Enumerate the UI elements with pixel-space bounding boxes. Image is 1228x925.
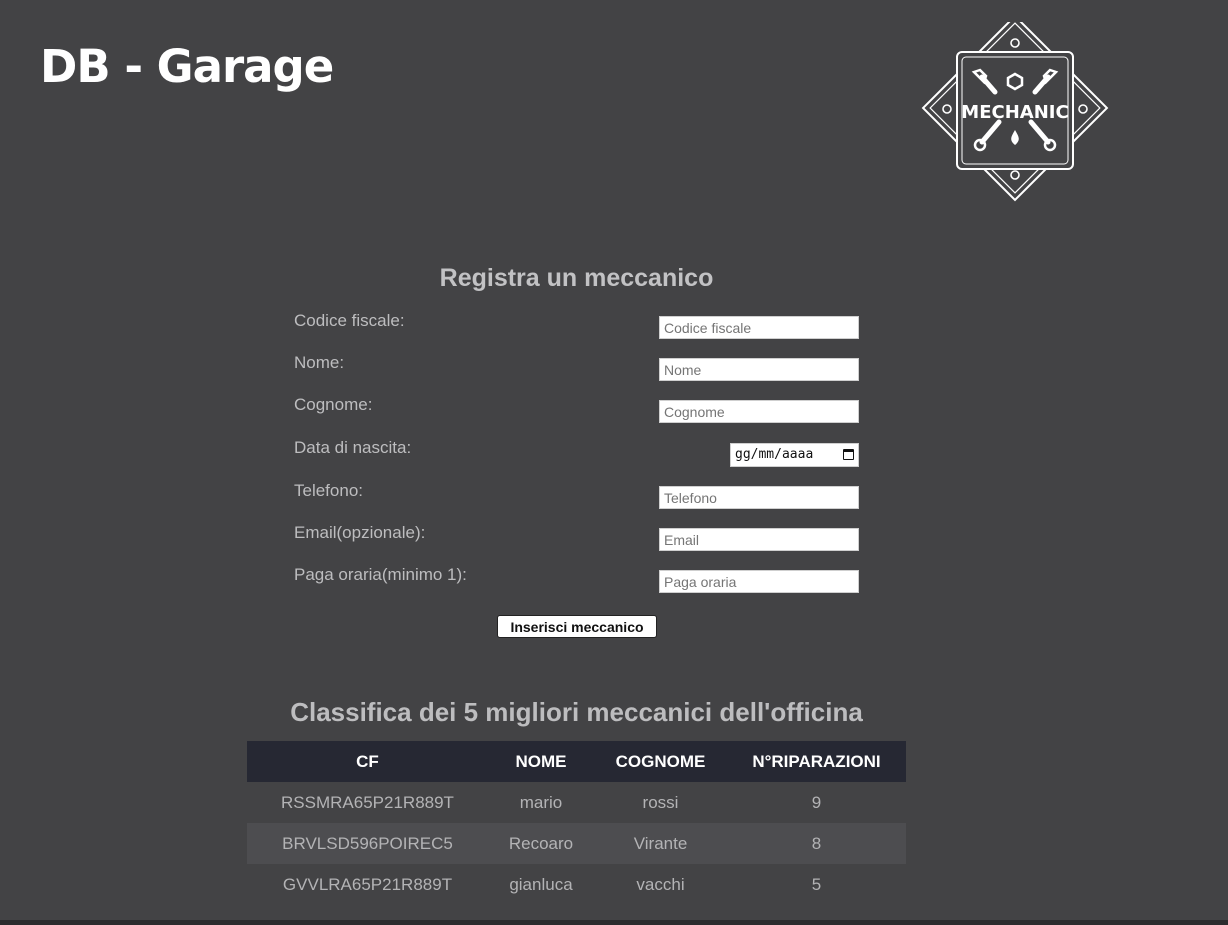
column-header-nome: NOME xyxy=(488,741,594,782)
cell-nome: gianluca xyxy=(509,874,573,894)
date-placeholder: gg/mm/aaaa xyxy=(735,447,814,462)
ranking-title: Classifica dei 5 migliori meccanici dell… xyxy=(290,697,863,727)
cell-riparazioni: 8 xyxy=(727,823,906,864)
cell-cf: GVVLRA65P21R889T xyxy=(282,874,453,894)
email-input[interactable] xyxy=(659,528,859,551)
form-row-nome: Nome: xyxy=(294,353,859,382)
form-row-codice-fiscale: Codice fiscale: xyxy=(294,311,859,340)
cell-cognome: rossi xyxy=(642,792,679,812)
cognome-label: Cognome: xyxy=(294,395,373,414)
form-row-email: Email(opzionale): xyxy=(294,523,859,552)
cognome-input[interactable] xyxy=(659,400,859,423)
form-row-cognome: Cognome: xyxy=(294,395,859,424)
table-row: RSSMRA65P21R889T mario rossi 9 xyxy=(247,782,906,823)
logo-text: MECHANIC xyxy=(961,102,1068,123)
cell-riparazioni: 9 xyxy=(811,792,822,812)
codice-fiscale-label: Codice fiscale: xyxy=(294,311,405,330)
data-nascita-label: Data di nascita: xyxy=(294,438,412,457)
cell-cf: RSSMRA65P21R889T xyxy=(281,792,454,812)
nome-label: Nome: xyxy=(294,353,345,372)
cell-nome: mario xyxy=(519,792,563,812)
column-header-riparazioni: N°RIPARAZIONI xyxy=(727,741,906,782)
form-title: Registra un meccanico xyxy=(439,264,714,292)
nome-input[interactable] xyxy=(659,358,859,381)
column-header-cf: CF xyxy=(247,741,488,782)
paga-oraria-input[interactable] xyxy=(659,570,859,593)
calendar-icon[interactable] xyxy=(843,449,854,460)
cell-nome: Recoaro xyxy=(488,823,594,864)
app-title: DB - Garage xyxy=(40,40,334,93)
column-header-cognome: COGNOME xyxy=(594,741,727,782)
bottom-bar xyxy=(0,920,1228,925)
inserisci-meccanico-button[interactable]: Inserisci meccanico xyxy=(497,615,657,638)
data-nascita-input[interactable]: gg/mm/aaaa xyxy=(730,443,859,467)
form-row-paga-oraria: Paga oraria(minimo 1): xyxy=(294,565,859,594)
form-row-data-nascita: Data di nascita: gg/mm/aaaa xyxy=(294,438,859,467)
email-label: Email(opzionale): xyxy=(294,523,426,542)
telefono-label: Telefono: xyxy=(294,481,363,500)
mechanic-logo: MECHANIC xyxy=(920,22,1110,202)
form-row-telefono: Telefono: xyxy=(294,481,859,510)
table-row: BRVLSD596POIREC5 Recoaro Virante 8 xyxy=(247,823,906,864)
cell-cognome: vacchi xyxy=(636,874,685,894)
codice-fiscale-input[interactable] xyxy=(659,316,859,339)
table-row: GVVLRA65P21R889T gianluca vacchi 5 xyxy=(247,864,906,905)
telefono-input[interactable] xyxy=(659,486,859,509)
paga-oraria-label: Paga oraria(minimo 1): xyxy=(294,565,467,584)
cell-riparazioni: 5 xyxy=(811,874,822,894)
ranking-table: CF NOME COGNOME N°RIPARAZIONI RSSMRA65P2… xyxy=(247,741,906,905)
ranking-header-row: CF NOME COGNOME N°RIPARAZIONI xyxy=(247,741,906,782)
cell-cognome: Virante xyxy=(594,823,727,864)
cell-cf: BRVLSD596POIREC5 xyxy=(247,823,488,864)
